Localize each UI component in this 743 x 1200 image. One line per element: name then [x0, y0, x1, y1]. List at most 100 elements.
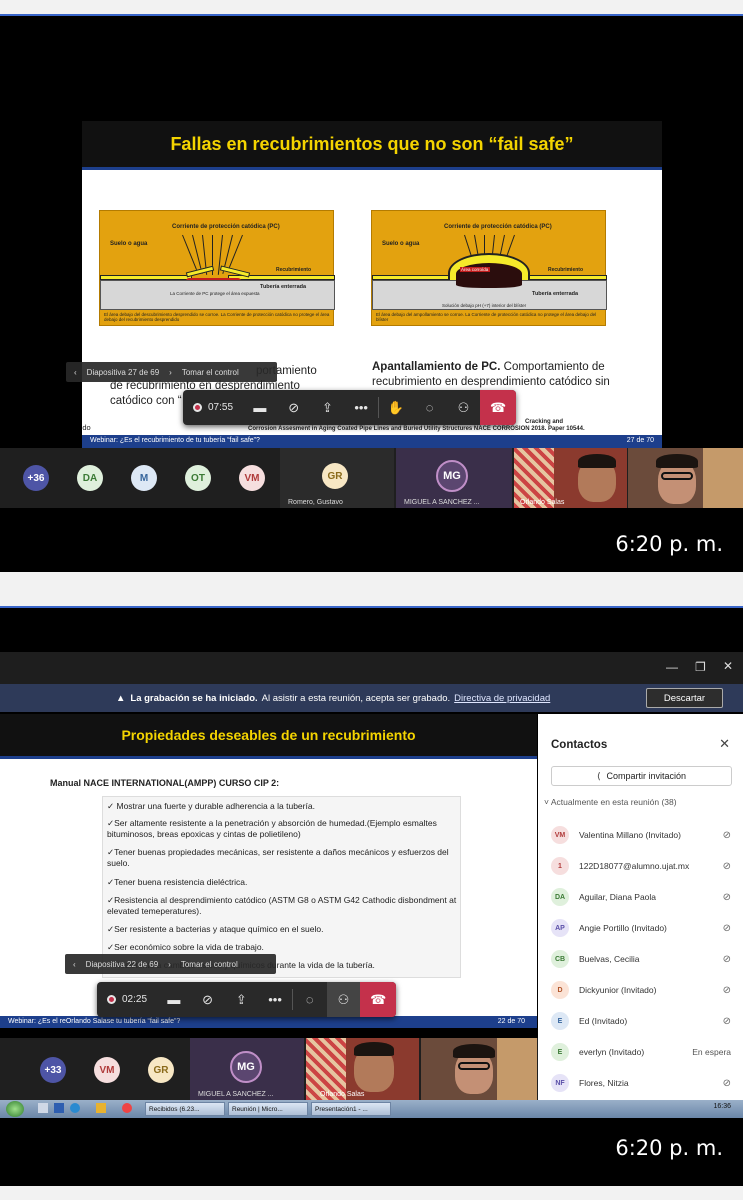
contact-row[interactable]: E Ed (Invitado) ⊘ — [551, 1010, 731, 1032]
taskbar-item[interactable]: Reunión | Micro... — [228, 1102, 308, 1116]
windows-taskbar: Recibidos (6.23... Reunión | Micro... Pr… — [0, 1100, 743, 1118]
contact-row[interactable]: 1 122D18077@alumno.ujat.mx ⊘ — [551, 855, 731, 877]
video-tile[interactable]: Orlando Salas — [306, 1038, 419, 1100]
top-strip — [0, 606, 743, 608]
participant-tile[interactable]: GR Romero, Gustavo — [280, 448, 394, 508]
contact-row[interactable]: D Dickyunior (Invitado) ⊘ — [551, 979, 731, 1001]
overflow-count[interactable]: +33 — [40, 1057, 66, 1083]
prev-slide-icon[interactable]: ‹ — [73, 960, 76, 969]
title-underline — [82, 167, 662, 170]
hang-up-button[interactable]: ☎ — [360, 982, 397, 1017]
app-icon[interactable] — [38, 1103, 48, 1113]
recording-indicator: 07:55 — [183, 402, 243, 413]
share-screen-button[interactable]: ⇪ — [311, 390, 345, 425]
avatar[interactable]: VM — [94, 1057, 120, 1083]
camera-button[interactable]: ▬ — [157, 982, 191, 1017]
screenshot-1: Fallas en recubrimientos que no son “fai… — [0, 14, 743, 572]
contact-row[interactable]: NF Flores, Nitzia ⊘ — [551, 1072, 731, 1094]
bullet-item: ✓Ser resistente a bacterias y ataque quí… — [107, 924, 324, 934]
current-label: Corriente de protección catódica (PC) — [172, 224, 280, 230]
taskbar-item[interactable]: Presentación1 - ... — [311, 1102, 391, 1116]
camera-button[interactable]: ▬ — [243, 390, 277, 425]
participants-button[interactable]: ⚇ — [326, 982, 361, 1017]
more-options-button[interactable]: ••• — [344, 390, 378, 425]
diagram-disbonded-coating: Corriente de protección catódica (PC) Su… — [99, 210, 335, 326]
overflow-count[interactable]: +36 — [23, 465, 49, 491]
avatar[interactable]: M — [131, 465, 157, 491]
bullet-item: ✓Tener buena resistencia dieléctrica. — [107, 877, 248, 887]
taskbar-clock: 16:36 — [713, 1103, 731, 1110]
folder-icon[interactable] — [96, 1103, 106, 1113]
more-options-button[interactable]: ••• — [258, 982, 292, 1017]
mic-off-icon: ⊘ — [722, 984, 731, 996]
soil-label: Suelo o agua — [110, 241, 148, 247]
recording-indicator: 02:25 — [97, 994, 157, 1005]
next-slide-icon[interactable]: › — [168, 960, 171, 969]
raise-hand-button[interactable]: ✋ — [379, 390, 413, 425]
close-icon[interactable]: ✕ — [723, 659, 733, 673]
mic-off-icon: ⊘ — [722, 922, 731, 934]
chat-button[interactable]: ◌ — [413, 390, 447, 425]
contact-row[interactable]: Eeverlyn (Invitado) En espera — [551, 1041, 731, 1063]
mic-off-icon: ⊘ — [722, 829, 731, 841]
restore-icon[interactable]: ❐ — [695, 660, 706, 674]
slide-footer: Webinar: ¿Es el recubrimiento de tu tube… — [82, 435, 662, 448]
contacts-title: Contactos — [551, 739, 608, 751]
contact-name: Buelvas, Cecilia — [579, 954, 640, 964]
contact-name: Ed (Invitado) — [579, 1016, 628, 1026]
avatar: MG — [230, 1051, 262, 1083]
participant-tile-speaking[interactable]: MG MIGUEL A SANCHEZ ... — [190, 1038, 304, 1100]
close-panel-icon[interactable]: ✕ — [719, 736, 730, 752]
take-control-button[interactable]: Tomar el control — [182, 368, 239, 377]
hang-up-button[interactable]: ☎ — [480, 390, 517, 425]
avatar: 1 — [551, 857, 569, 875]
contact-row[interactable]: CB Buelvas, Cecilia ⊘ — [551, 948, 731, 970]
avatar[interactable]: OT — [185, 465, 211, 491]
chrome-icon[interactable] — [122, 1103, 132, 1113]
shared-slide: Propiedades deseables de un recubrimient… — [0, 714, 537, 1028]
dismiss-button[interactable]: Descartar — [646, 688, 723, 708]
mic-off-icon: ⊘ — [722, 1015, 731, 1027]
chat-button[interactable]: ◌ — [293, 982, 327, 1017]
meeting-section-header[interactable]: ˅ Actualmente en esta reunión (38) — [544, 797, 677, 807]
avatar[interactable]: DA — [77, 465, 103, 491]
record-icon — [193, 403, 202, 412]
video-tile[interactable] — [421, 1038, 537, 1100]
avatar[interactable]: VM — [239, 465, 265, 491]
warning-icon: ▲ — [116, 692, 126, 704]
participant-tile-speaking[interactable]: MG MIGUEL A SANCHEZ ... — [396, 448, 512, 508]
presenter-overlay: Orlando — [82, 423, 91, 432]
bullet-item: ✓Resistencia al desprendimiento catódico… — [107, 895, 457, 916]
mute-button[interactable]: ⊘ — [191, 982, 225, 1017]
prev-slide-icon[interactable]: ‹ — [74, 368, 77, 377]
screenshot-2: — ❐ ✕ ▲ La grabación se ha iniciado. Al … — [0, 606, 743, 1186]
record-icon — [107, 995, 116, 1004]
share-invite-button[interactable]: ⟨ Compartir invitación — [551, 766, 732, 786]
mic-off-icon: ⊘ — [722, 1077, 731, 1089]
avatar[interactable]: GR — [148, 1057, 174, 1083]
take-control-button[interactable]: Tomar el control — [181, 960, 238, 969]
video-tile[interactable] — [628, 448, 743, 508]
privacy-link[interactable]: Directiva de privacidad — [454, 693, 550, 704]
contact-row[interactable]: DA Aguilar, Diana Paola ⊘ — [551, 886, 731, 908]
browser-icon[interactable] — [70, 1103, 80, 1113]
video-tile[interactable]: Orlando Salas — [514, 448, 627, 508]
start-button[interactable] — [6, 1101, 24, 1117]
taskbar-item[interactable]: Recibidos (6.23... — [145, 1102, 225, 1116]
title-underline — [0, 756, 537, 759]
next-slide-icon[interactable]: › — [169, 368, 172, 377]
minimize-icon[interactable]: — — [666, 660, 678, 674]
app-icon[interactable] — [54, 1103, 64, 1113]
contact-row[interactable]: VM Valentina Millano (Invitado) ⊘ — [551, 824, 731, 846]
slide-title: Propiedades deseables de un recubrimient… — [0, 714, 537, 756]
contact-row[interactable]: AP Angie Portillo (Invitado) ⊘ — [551, 917, 731, 939]
avatar: VM — [551, 826, 569, 844]
avatar: CB — [551, 950, 569, 968]
participants-button[interactable]: ⚇ — [447, 390, 481, 425]
share-screen-button[interactable]: ⇪ — [224, 982, 258, 1017]
meeting-controls: 07:55 ▬ ⊘ ⇪ ••• ✋ ◌ ⚇ ☎ — [183, 390, 517, 425]
avatar: NF — [551, 1074, 569, 1092]
mute-button[interactable]: ⊘ — [277, 390, 311, 425]
chevron-down-icon: ˅ — [544, 797, 549, 807]
meeting-controls: 02:25 ▬ ⊘ ⇪ ••• ◌ ⚇ ☎ — [97, 982, 397, 1017]
